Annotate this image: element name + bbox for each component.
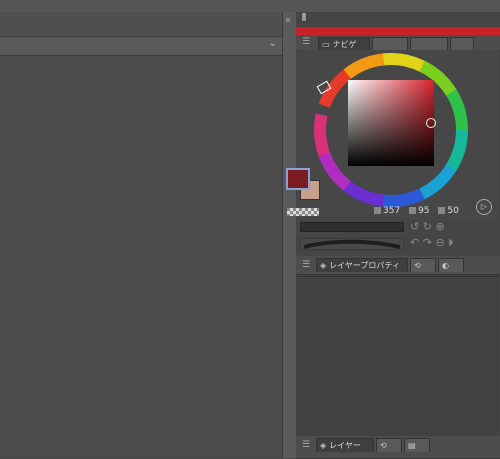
play-end-icon[interactable]: ⏵ <box>448 236 454 249</box>
canvas-area[interactable] <box>0 56 282 458</box>
tab-layer[interactable]: ◈ レイヤー <box>316 438 374 452</box>
menu-icon[interactable]: ☰ <box>302 440 310 450</box>
tab-auto-action[interactable]: ▤ <box>404 438 430 452</box>
stroke-controls-row2: ↶ ↷ ⊖ ⏵ <box>410 236 454 250</box>
redo-icon[interactable]: ↻ <box>423 220 432 233</box>
tab-layer-search[interactable]: ⟲ <box>410 258 436 272</box>
transparent-color-swatch[interactable] <box>287 208 319 216</box>
undo-icon[interactable]: ↺ <box>410 220 419 233</box>
sv-picker-handle[interactable] <box>426 118 436 128</box>
panel-divider[interactable]: « <box>282 12 297 458</box>
layer-tab-row: ☰ ◈ レイヤー ⟲ ▤ <box>296 436 500 459</box>
hue-label-icon <box>374 207 381 214</box>
color-panel-tab-row: ☰ ▭ ナビゲ <box>296 35 500 51</box>
brightness-value[interactable]: 50 <box>447 206 458 216</box>
saturation-value-square[interactable] <box>348 80 434 166</box>
hsv-readout: 357 95 50 <box>374 206 465 218</box>
chevron-down-icon[interactable]: ⌄ <box>269 38 277 49</box>
tab-color-wheel[interactable] <box>372 37 408 51</box>
hue-value[interactable]: 357 <box>383 206 400 216</box>
saturation-value[interactable]: 95 <box>418 206 429 216</box>
stroke-controls-row1: ↺ ↻ ⊕ <box>410 220 445 233</box>
main-color-swatch[interactable] <box>286 168 310 190</box>
refresh-icon: ⟲ <box>414 261 421 270</box>
layer-property-icon: ◈ <box>320 261 327 270</box>
value-label-icon <box>438 207 446 214</box>
tab-layer-palette[interactable]: ◐ <box>438 258 464 272</box>
layers-icon: ◈ <box>320 441 327 450</box>
rotate-left-icon[interactable]: ↶ <box>410 236 419 249</box>
document-tab-bar[interactable]: ⌄ <box>0 36 282 56</box>
history-icon: ⟲ <box>380 441 387 450</box>
tab-navigator[interactable]: ▭ ナビゲ <box>318 37 370 51</box>
rotate-right-icon[interactable]: ↷ <box>423 236 432 249</box>
download-icon[interactable]: ⊕ <box>435 220 444 233</box>
film-icon: ▤ <box>408 441 416 450</box>
saturation-label-icon <box>409 207 417 214</box>
mode-toggle-icon[interactable]: ▷ <box>476 199 492 215</box>
menu-icon[interactable]: ☰ <box>302 37 310 47</box>
collapse-panels-icon[interactable]: « <box>285 15 291 26</box>
current-color-bar <box>296 27 500 35</box>
command-bar <box>0 12 282 36</box>
tab-color-set[interactable] <box>410 37 448 51</box>
layer-property-panel <box>297 276 499 437</box>
palette-icon: ◐ <box>442 261 449 270</box>
layer-property-tab-row: ☰ ◈ レイヤープロパティ ⟲ ◐ <box>296 256 500 275</box>
tab-undo-history[interactable]: ⟲ <box>376 438 402 452</box>
menu-icon[interactable]: ☰ <box>302 260 310 270</box>
down-circle-icon[interactable]: ⊖ <box>435 236 444 249</box>
scroll-knob[interactable] <box>302 13 306 21</box>
stroke-preview <box>300 238 404 250</box>
brush-size-bar[interactable] <box>300 222 404 232</box>
dock-scrollbar[interactable] <box>296 12 500 22</box>
tab-color-history[interactable] <box>450 37 474 51</box>
tab-layer-property[interactable]: ◈ レイヤープロパティ <box>316 258 408 272</box>
